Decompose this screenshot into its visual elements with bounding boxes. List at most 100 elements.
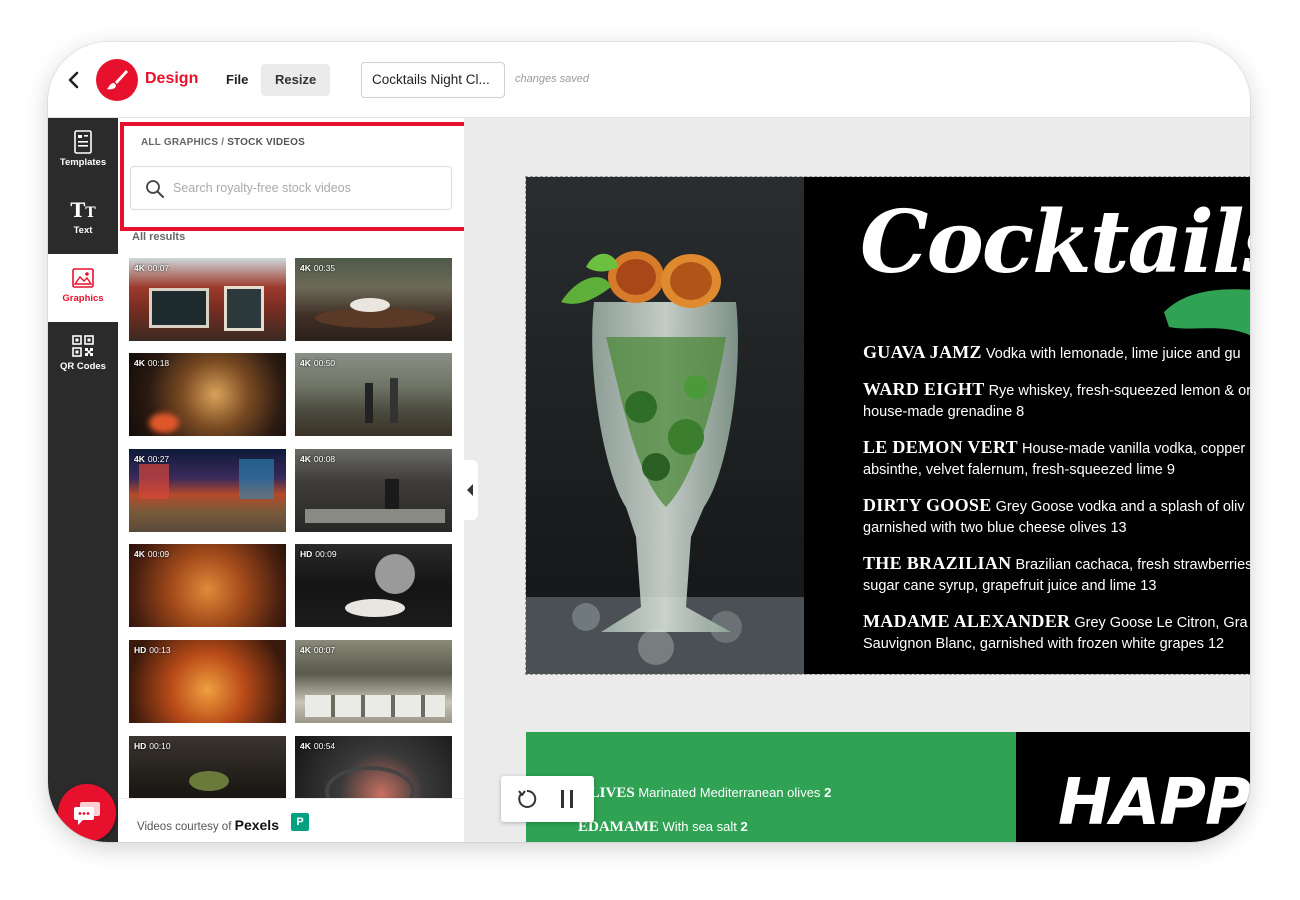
video-thumbnail[interactable]: 4K 00:09 [129, 544, 286, 627]
pexels-attribution[interactable]: Videos courtesy of Pexels P [118, 798, 464, 842]
drink-desc: House-made vanilla vodka, copper [1022, 441, 1246, 457]
drink-desc-line2: sugar cane syrup, grapefruit juice and l… [863, 578, 1157, 594]
snack-item: EDAMAME With sea salt 2 [578, 819, 748, 836]
drink-name: THE BRAZILIAN [863, 553, 1012, 573]
pause-button[interactable] [555, 787, 579, 811]
snack-price: 2 [824, 785, 832, 800]
text-icon: TT [70, 198, 96, 222]
collapse-panel-button[interactable] [462, 460, 478, 520]
drink-desc: Vodka with lemonade, lime juice and gu [985, 346, 1241, 362]
drink-desc: Grey Goose vodka and a splash of oliv [995, 499, 1245, 515]
drink-name: WARD EIGHT [863, 379, 985, 399]
nav-item-text[interactable]: TT Text [48, 186, 118, 254]
drink-item: GUAVA JAMZ Vodka with lemonade, lime jui… [863, 342, 1250, 365]
happy-hour-artboard[interactable]: OLIVES Marinated Mediterranean olives 2 … [526, 732, 1250, 842]
pause-icon [561, 790, 573, 808]
paintbrush-icon [107, 70, 128, 90]
menu-title[interactable]: Cocktails [860, 192, 1250, 293]
drink-desc: Rye whiskey, fresh-squeezed lemon & or [988, 383, 1250, 399]
drink-desc: Brazilian cachaca, fresh strawberries [1015, 557, 1250, 573]
results-label: All results [132, 231, 186, 243]
video-badge: 4K 00:07 [134, 263, 170, 273]
nav-label-qr-codes: QR Codes [60, 361, 106, 372]
design-canvas: Cocktails GUAVA JAMZ Vodka with lemonade… [464, 118, 1250, 842]
drink-name: DIRTY GOOSE [863, 495, 992, 515]
brand-logo[interactable] [96, 59, 138, 101]
video-thumbnail[interactable]: 4K 00:08 [295, 449, 452, 532]
video-playback-controls [501, 776, 594, 822]
video-thumbnail[interactable]: 4K 00:35 [295, 258, 452, 341]
cocktail-menu-artboard[interactable]: Cocktails GUAVA JAMZ Vodka with lemonade… [525, 176, 1250, 675]
video-thumbnail[interactable]: 4K 00:18 [129, 353, 286, 436]
video-badge: HD 00:10 [134, 741, 171, 751]
happy-title[interactable]: HAPPY [1058, 766, 1250, 840]
drink-desc-line2: Sauvignon Blanc, garnished with frozen w… [863, 636, 1225, 652]
video-badge: 4K 00:50 [300, 358, 336, 368]
replay-icon [518, 789, 537, 808]
drink-item: DIRTY GOOSE Grey Goose vodka and a splas… [863, 495, 1250, 539]
video-thumbnail[interactable]: 4K 00:54 [295, 736, 452, 798]
video-thumbnail[interactable]: 4K 00:07 [295, 640, 452, 723]
breadcrumb-stock-videos: STOCK VIDEOS [227, 137, 305, 148]
templates-icon [74, 130, 92, 154]
courtesy-label: Videos courtesy of [137, 821, 232, 833]
nav-label-templates: Templates [59, 157, 107, 168]
top-bar: Design File Resize Cocktails Night Cl...… [48, 42, 1250, 118]
chat-bubble-icon [74, 802, 100, 825]
nav-item-templates[interactable]: Templates [48, 118, 118, 186]
drink-name: GUAVA JAMZ [863, 342, 982, 362]
brand-name: Design [145, 70, 199, 87]
video-badge: 4K 00:18 [134, 358, 170, 368]
app-window: Design File Resize Cocktails Night Cl...… [48, 42, 1250, 842]
cocktail-image [526, 177, 804, 674]
breadcrumb-all-graphics[interactable]: ALL GRAPHICS [141, 137, 218, 148]
pexels-name: Pexels [234, 817, 279, 833]
qr-code-icon [72, 334, 94, 358]
drink-item: THE BRAZILIAN Brazilian cachaca, fresh s… [863, 553, 1250, 597]
drink-name: LE DEMON VERT [863, 437, 1018, 457]
graphics-icon [72, 266, 94, 290]
nav-item-graphics[interactable]: Graphics [48, 254, 118, 322]
video-badge: 4K 00:08 [300, 454, 336, 464]
video-badge: 4K 00:35 [300, 263, 336, 273]
search-input[interactable] [173, 167, 443, 209]
nav-label-text: Text [73, 225, 93, 236]
drink-item: MADAME ALEXANDER Grey Goose Le Citron, G… [863, 611, 1250, 655]
snack-price: 2 [740, 819, 748, 834]
document-title-input[interactable]: Cocktails Night Cl... [361, 62, 505, 98]
video-thumbnail[interactable]: HD 00:13 [129, 640, 286, 723]
chevron-left-icon [68, 71, 79, 89]
caret-left-icon [467, 484, 473, 496]
back-button[interactable] [62, 66, 84, 94]
drinks-list[interactable]: GUAVA JAMZ Vodka with lemonade, lime jui… [863, 342, 1250, 669]
video-thumbnail[interactable]: HD 00:09 [295, 544, 452, 627]
nav-label-graphics: Graphics [62, 293, 104, 304]
search-box [130, 166, 452, 210]
cocktail-photo[interactable] [526, 177, 804, 674]
video-badge: 4K 00:07 [300, 645, 336, 655]
save-status: changes saved [515, 73, 589, 85]
breadcrumb-separator: / [221, 137, 225, 148]
video-thumbnail[interactable]: 4K 00:27 [129, 449, 286, 532]
chat-button[interactable] [58, 784, 116, 842]
video-badge: HD 00:09 [300, 549, 337, 559]
replay-button[interactable] [515, 787, 539, 811]
snack-item: OLIVES Marinated Mediterranean olives 2 [578, 785, 831, 802]
search-icon [146, 180, 164, 198]
menu-text-area: Cocktails GUAVA JAMZ Vodka with lemonade… [804, 177, 1250, 674]
left-nav: Templates TT Text Graphics QR Codes [48, 118, 118, 842]
video-thumbnail[interactable]: 4K 00:07 [129, 258, 286, 341]
video-badge: HD 00:13 [134, 645, 171, 655]
stock-videos-panel: ALL GRAPHICS / STOCK VIDEOS All results … [118, 118, 468, 842]
courtesy-text: Videos courtesy of Pexels [137, 817, 279, 833]
nav-item-qr-codes[interactable]: QR Codes [48, 322, 118, 390]
video-badge: 4K 00:09 [134, 549, 170, 559]
resize-button[interactable]: Resize [261, 64, 331, 96]
breadcrumb: ALL GRAPHICS / STOCK VIDEOS [141, 137, 305, 148]
file-menu-button[interactable]: File [216, 64, 258, 96]
video-thumbnail[interactable]: HD 00:10 [129, 736, 286, 798]
drink-item: WARD EIGHT Rye whiskey, fresh-squeezed l… [863, 379, 1250, 423]
drink-desc-line2: garnished with two blue cheese olives 13 [863, 520, 1127, 536]
video-badge: 4K 00:54 [300, 741, 336, 751]
video-thumbnail[interactable]: 4K 00:50 [295, 353, 452, 436]
